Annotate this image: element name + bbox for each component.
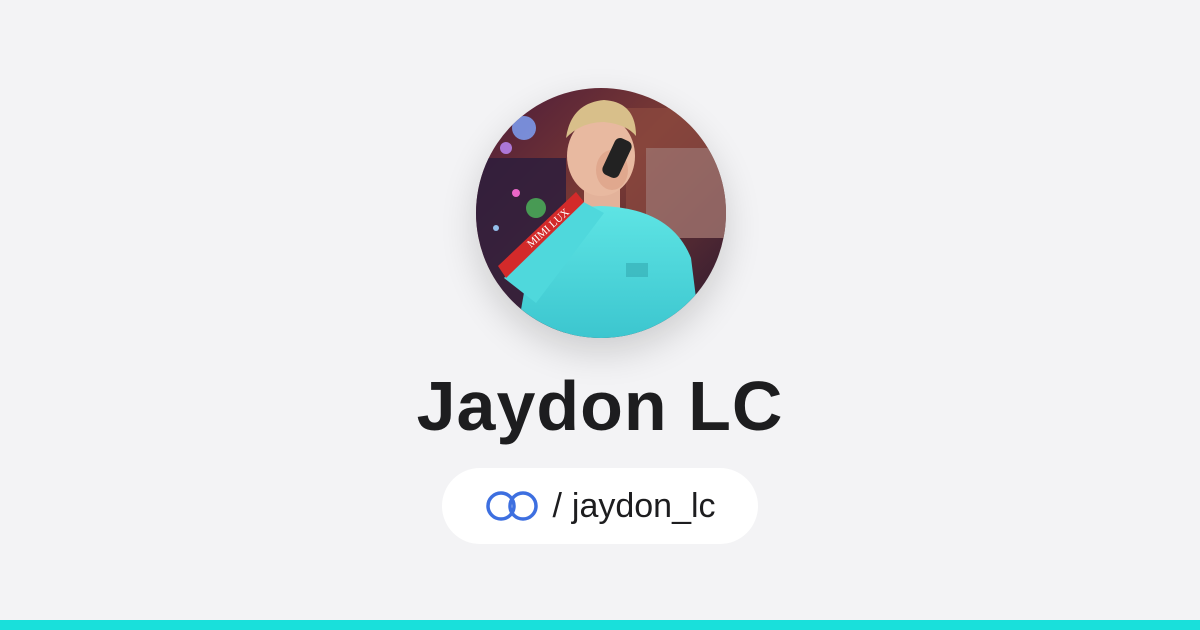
- accent-bar: [0, 620, 1200, 630]
- display-name: Jaydon LC: [416, 367, 784, 445]
- handle-separator: /: [552, 487, 562, 525]
- profile-handle-pill[interactable]: / jaydon_lc: [442, 468, 758, 544]
- interlocked-rings-logo-icon: [484, 489, 542, 523]
- avatar[interactable]: MIMI LUX: [476, 88, 726, 338]
- profile-photo: MIMI LUX: [476, 88, 726, 338]
- profile-handle: jaydon_lc: [571, 487, 716, 525]
- share-card: MIMI LUX Jaydon LC / jaydon_lc: [0, 0, 1200, 630]
